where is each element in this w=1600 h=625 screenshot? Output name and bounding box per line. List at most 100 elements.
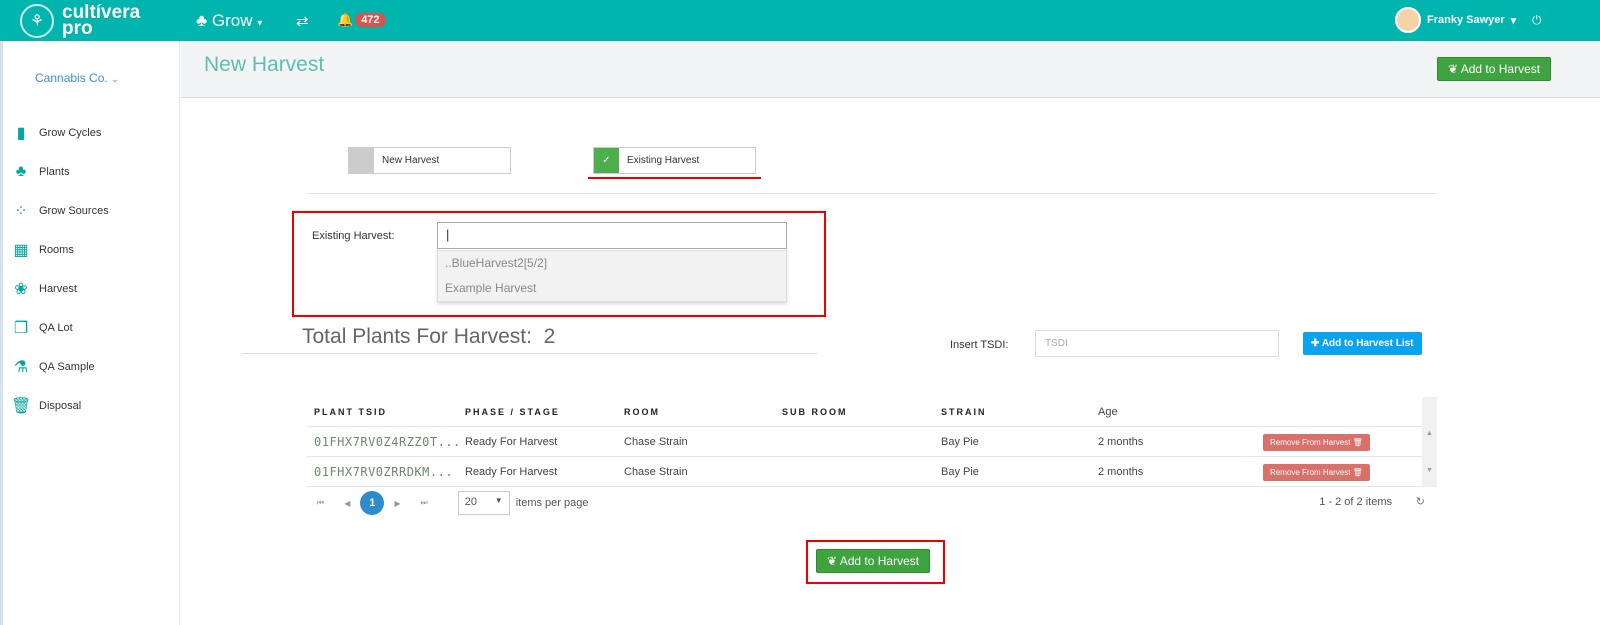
plant-tsid[interactable]: 01FHX7RV0ZRRDKM... [307,465,465,479]
page-size-value: 20 [464,496,477,508]
notification-badge: 472 [355,13,386,27]
annotation-underline [588,177,761,179]
toggle-label: New Harvest [382,155,440,166]
logo-text-sub: pro [62,18,93,39]
divider [242,353,817,354]
sidebar-item-qa-sample[interactable]: ⚗ QA Sample [11,347,109,386]
per-page-label: items per page [515,497,589,509]
harvest-icon: ❀ [14,280,28,298]
strain-cell: Bay Pie [941,435,979,448]
grow-cycles-icon: ▮ [16,124,26,142]
toggle-new-harvest[interactable]: New Harvest [348,147,511,174]
button-label: Add to Harvest [839,554,920,568]
sidebar-item-grow-sources[interactable]: ⁘ Grow Sources [11,191,109,230]
add-to-harvest-list-button[interactable]: ✚ Add to Harvest List [1303,332,1422,355]
sidebar-item-label: Grow Sources [39,204,109,217]
sidebar-item-label: QA Sample [39,360,95,373]
scrollbar[interactable]: ▲ ▼ [1422,397,1437,487]
button-label: Add to Harvest [1460,62,1541,76]
column-header[interactable]: PLANT TSID [307,407,465,417]
age-cell: 2 months [1098,435,1144,448]
company-selector[interactable]: Cannabis Co. ⌄ [35,71,119,85]
toggle-label: Existing Harvest [627,155,700,166]
rooms-icon: ▦ [13,241,29,259]
logo[interactable]: ⚘ cultívera pro [20,3,140,39]
dropdown-option[interactable]: ..BlueHarvest2[5/2] [438,251,786,276]
next-page-icon[interactable]: ▶ [394,499,400,508]
sidebar-item-harvest[interactable]: ❀ Harvest [11,269,109,308]
qa-lot-icon: ❐ [13,319,29,337]
refresh-icon[interactable]: ↻ [1416,495,1425,508]
dropdown-option[interactable]: Example Harvest [438,276,786,301]
last-page-icon[interactable]: ⏭ [421,498,428,508]
age-cell: 2 months [1098,465,1144,478]
user-menu[interactable]: Franky Sawyer ▾ [1395,7,1516,33]
plant-tsid[interactable]: 01FHX7RV0Z4RZZ0T... [307,435,465,449]
checkbox [349,148,374,173]
tsdi-label: Insert TSDI: [950,339,1009,351]
disposal-icon: 🗑 [11,397,32,415]
sidebar-item-label: Disposal [39,399,82,412]
first-page-icon[interactable]: ⏮ [317,498,324,508]
plants-grid: PLANT TSID PHASE / STAGE ROOM SUB ROOM S… [307,397,1437,487]
current-page[interactable]: 1 [360,491,385,515]
strain-cell: Bay Pie [941,465,979,478]
total-label: Total Plants For Harvest: [302,325,532,348]
check-icon: ✓ [594,148,619,173]
sidebar-item-plants[interactable]: ♣ Plants [11,152,109,191]
sidebar-item-label: Plants [39,165,70,178]
existing-harvest-input[interactable]: | [437,222,787,249]
tsdi-input[interactable]: TSDI [1035,330,1279,357]
column-header[interactable]: Age [1098,406,1263,418]
avatar [1395,7,1421,33]
column-header[interactable]: ROOM [624,407,782,417]
company-name: Cannabis Co. [35,71,108,85]
user-name: Franky Sawyer [1427,14,1505,26]
pager-summary: 1 - 2 of 2 items [1319,496,1392,508]
tree-icon: ♣ [196,11,208,30]
module-label: Grow [211,11,253,30]
add-to-harvest-button-top[interactable]: ❦ Add to Harvest [1437,57,1552,81]
page-title: New Harvest [204,53,325,76]
sidebar-item-label: Grow Cycles [39,126,102,139]
room-cell: Chase Strain [624,465,688,478]
swap-icon[interactable]: ⇄ [296,12,309,30]
sidebar-item-qa-lot[interactable]: ❐ QA Lot [11,308,109,347]
plants-icon: ♣ [15,162,27,180]
plus-icon: ✚ [1311,338,1320,349]
phase-cell: Ready For Harvest [465,435,558,448]
column-header[interactable]: PHASE / STAGE [465,407,624,417]
page-size-select[interactable]: 20 ▼ [457,491,510,515]
sidebar-item-disposal[interactable]: 🗑 Disposal [11,386,109,425]
column-header[interactable]: STRAIN [941,407,1098,417]
sidebar-item-label: Harvest [39,282,77,295]
total-value: 2 [543,325,556,348]
divider [307,193,1437,194]
caret-down-icon: ▾ [257,18,263,29]
sidebar-item-label: QA Lot [39,321,73,334]
remove-from-harvest-button[interactable]: Remove From Harvest 🗑 [1263,463,1370,481]
sidebar-item-grow-cycles[interactable]: ▮ Grow Cycles [11,113,109,152]
caret-down-icon: ▼ [494,496,503,505]
notifications-button[interactable]: 🔔 472 [337,12,386,28]
chevron-down-icon: ⌄ [111,74,119,84]
module-dropdown[interactable]: ♣ Grow ▾ [196,11,262,31]
add-to-harvest-button[interactable]: ❦ Add to Harvest [816,549,931,573]
caret-down-icon: ▾ [1510,14,1517,27]
table-row[interactable]: 01FHX7RV0Z4RZZ0T... Ready For Harvest Ch… [307,427,1437,457]
leaf-icon: ❦ [1448,62,1459,76]
sidebar-item-rooms[interactable]: ▦ Rooms [11,230,109,269]
prev-page-icon[interactable]: ◀ [344,499,350,508]
power-icon[interactable]: ⏻ [1532,13,1542,28]
leaf-icon: ❦ [827,554,838,568]
button-label: Add to Harvest List [1321,338,1414,349]
column-header[interactable]: SUB ROOM [782,407,941,417]
logo-icon: ⚘ [20,4,54,38]
remove-from-harvest-button[interactable]: Remove From Harvest 🗑 [1263,433,1370,451]
table-row[interactable]: 01FHX7RV0ZRRDKM... Ready For Harvest Cha… [307,457,1437,487]
sidebar-item-label: Rooms [39,243,74,256]
page-header: New Harvest ❦ Add to Harvest [181,41,1600,98]
existing-harvest-dropdown: ..BlueHarvest2[5/2] Example Harvest [437,250,787,302]
total-plants: Total Plants For Harvest: 2 [302,325,555,349]
toggle-existing-harvest[interactable]: ✓ Existing Harvest [593,147,756,174]
